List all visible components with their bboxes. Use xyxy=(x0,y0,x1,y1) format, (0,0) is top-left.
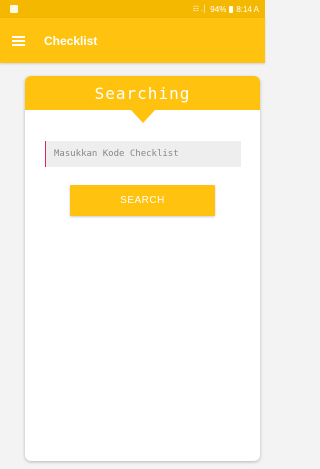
search-card: Searching SEARCH xyxy=(25,76,260,461)
app-bar: Checklist xyxy=(0,18,265,63)
battery-percent: 94% xyxy=(210,4,227,14)
search-button[interactable]: SEARCH xyxy=(70,185,215,216)
notification-icon xyxy=(10,5,18,13)
card-banner: Searching xyxy=(25,76,260,123)
checklist-code-input[interactable] xyxy=(45,141,241,167)
hamburger-menu-icon[interactable] xyxy=(12,35,25,46)
battery-icon xyxy=(229,5,234,13)
banner-pointer-arrow xyxy=(131,110,155,123)
clock: 8:14 A xyxy=(236,4,259,14)
banner-title: Searching xyxy=(94,83,191,103)
status-right: ☷ .│ 94% 8:14 A xyxy=(193,5,259,14)
app-title: Checklist xyxy=(44,33,98,48)
status-bar: ☷ .│ 94% 8:14 A xyxy=(0,0,265,18)
signal-icon: ☷ .│ xyxy=(192,6,208,13)
